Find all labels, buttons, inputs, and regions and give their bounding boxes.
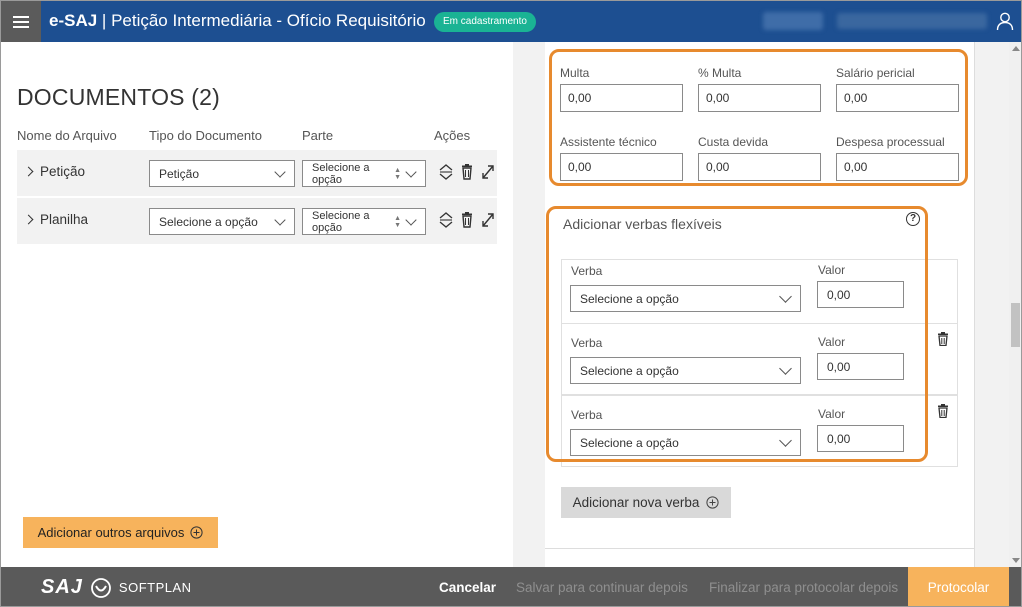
scroll-down-icon[interactable]: [1012, 558, 1020, 563]
page-title: e-SAJ | Petição Intermediária - Ofício R…: [49, 11, 426, 31]
party-value: Selecione a opção: [312, 162, 370, 186]
page-title-text: Petição Intermediária - Ofício Requisitó…: [111, 11, 426, 30]
col-doc-type: Tipo do Documento: [149, 128, 262, 143]
trash-icon[interactable]: [460, 212, 474, 228]
doc-name: Petição: [40, 164, 86, 179]
table-row: Planilha Selecione a opção Selecione a o…: [17, 198, 497, 244]
expand-icon[interactable]: [481, 212, 495, 228]
save-later-button[interactable]: Salvar para continuar depois: [516, 580, 688, 595]
add-files-button[interactable]: Adicionar outros arquivos: [23, 517, 218, 548]
party-select[interactable]: Selecione a opção ▲ ▼: [302, 160, 426, 187]
spinner-icon[interactable]: ▲ ▼: [394, 215, 401, 229]
expand-icon[interactable]: [481, 164, 495, 180]
add-files-label: Adicionar outros arquivos: [37, 525, 185, 540]
doc-type-value: Selecione a opção: [159, 215, 258, 229]
doc-type-value: Petição: [159, 167, 200, 181]
highlight-values-box: [549, 49, 968, 186]
hamburger-icon: [13, 20, 29, 23]
chevron-right-icon[interactable]: [23, 214, 34, 225]
values-panel: Multa % Multa Salário pericial 0,00 0,00…: [513, 42, 1009, 567]
trash-icon[interactable]: [460, 164, 474, 180]
party-value: Selecione a opção: [312, 210, 370, 234]
documents-title: DOCUMENTOS (2): [17, 84, 220, 110]
user-icon[interactable]: [995, 11, 1015, 31]
menu-button[interactable]: [1, 1, 41, 42]
card-divider: [545, 548, 975, 549]
col-actions: Ações: [434, 128, 471, 143]
trash-icon[interactable]: [937, 332, 949, 346]
app-name: e-SAJ: [49, 11, 98, 30]
table-row: Petição Petição Selecione a opção ▲ ▼: [17, 150, 497, 196]
reorder-icon[interactable]: [439, 164, 453, 180]
row-actions: [439, 164, 495, 180]
doc-name-cell[interactable]: Planilha: [23, 212, 89, 227]
brand-softplan: SOFTPLAN: [118, 580, 192, 595]
col-party: Parte: [302, 128, 334, 143]
chevron-down-icon: [405, 166, 417, 178]
brand-saj: SAJ: [41, 576, 83, 598]
doc-type-select[interactable]: Selecione a opção: [149, 208, 295, 235]
documents-panel: DOCUMENTOS (2) Nome do Arquivo Tipo do D…: [2, 42, 513, 567]
add-verba-button[interactable]: Adicionar nova verba: [561, 487, 731, 518]
row-actions: [439, 212, 495, 228]
vertical-scrollbar[interactable]: [1009, 42, 1021, 567]
spinner-icon[interactable]: ▲ ▼: [394, 167, 401, 181]
col-file-name: Nome do Arquivo: [17, 128, 117, 143]
party-select[interactable]: Selecione a opção ▲ ▼: [302, 208, 426, 235]
chevron-right-icon[interactable]: [23, 166, 34, 177]
trash-icon[interactable]: [937, 404, 949, 418]
title-separator: |: [97, 11, 112, 30]
softplan-logo-icon: [91, 577, 111, 598]
highlight-verbs-box: [546, 206, 928, 462]
status-badge: Em cadastramento: [434, 12, 536, 32]
finish-later-button[interactable]: Finalizar para protocolar depois: [709, 580, 898, 595]
doc-type-select[interactable]: Petição: [149, 160, 295, 187]
redacted-user-name: [837, 13, 987, 29]
plus-circle-icon: [706, 496, 720, 509]
scroll-thumb[interactable]: [1011, 303, 1020, 347]
reorder-icon[interactable]: [439, 212, 453, 228]
add-verba-label: Adicionar nova verba: [572, 495, 700, 510]
app-window: e-SAJ | Petição Intermediária - Ofício R…: [0, 0, 1022, 607]
doc-name-cell[interactable]: Petição: [23, 164, 86, 179]
footer-bar: SAJ SOFTPLAN Cancelar Salvar para contin…: [1, 567, 1021, 606]
plus-circle-icon: [190, 526, 203, 539]
doc-name: Planilha: [40, 212, 89, 227]
chevron-down-icon: [274, 166, 286, 178]
chevron-down-icon: [274, 214, 286, 226]
top-bar: e-SAJ | Petição Intermediária - Ofício R…: [1, 1, 1021, 42]
scroll-up-icon[interactable]: [1012, 46, 1020, 51]
chevron-down-icon: [405, 214, 417, 226]
brand-logo: SAJ SOFTPLAN: [41, 576, 192, 599]
cancel-button[interactable]: Cancelar: [439, 580, 496, 595]
redacted-court: [763, 12, 823, 30]
protocolar-button[interactable]: Protocolar: [908, 567, 1009, 606]
